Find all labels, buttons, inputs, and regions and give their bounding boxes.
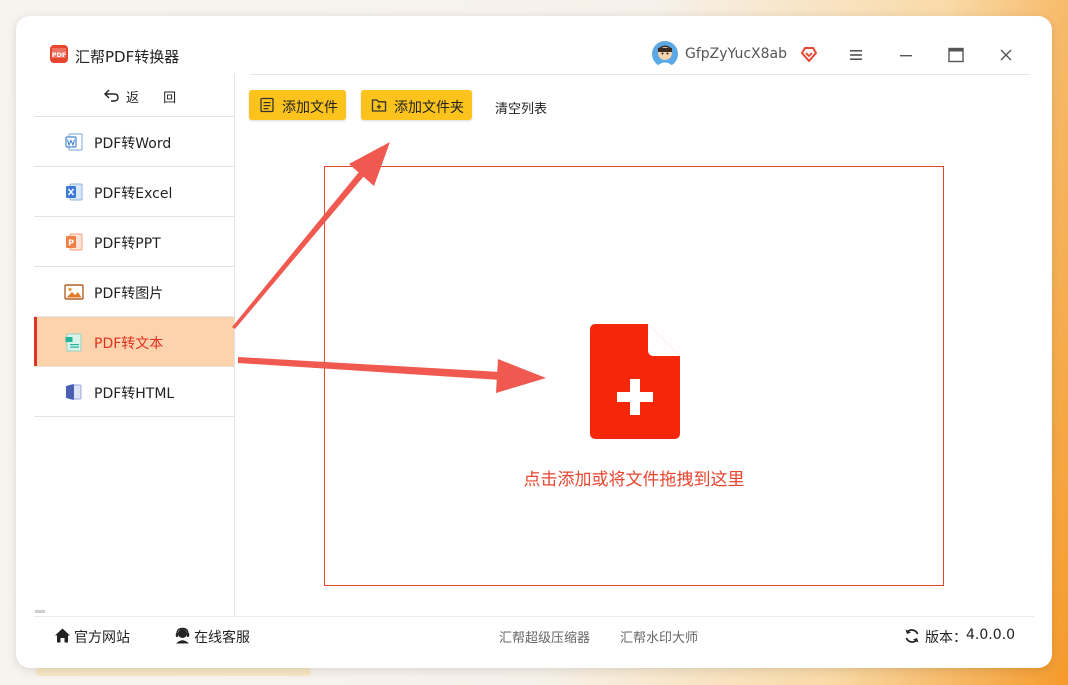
title-bar: PDF 汇帮PDF转换器 GfpZyYucX8ab xyxy=(16,16,1052,74)
back-button[interactable]: 返 回 xyxy=(34,74,234,116)
back-arrow-icon xyxy=(104,89,119,102)
svg-text:P: P xyxy=(68,239,74,248)
sidebar: 返 回 PDF转Word PDF转Excel P PDF转PPT PDF转图片 … xyxy=(34,74,235,616)
add-file-label: 添加文件 xyxy=(282,100,338,116)
close-icon[interactable] xyxy=(995,44,1017,66)
version-label: 版本： xyxy=(925,630,967,646)
online-service-link[interactable]: 在线客服 xyxy=(174,626,274,646)
app-window: PDF 汇帮PDF转换器 GfpZyYucX8ab 返 回 PDF转Word P… xyxy=(16,16,1052,668)
html-icon xyxy=(66,384,82,400)
sidebar-item-label: PDF转Excel xyxy=(94,186,173,202)
add-folder-label: 添加文件夹 xyxy=(394,100,464,116)
sidebar-item-pdf-to-text[interactable]: PDF转文本 xyxy=(34,316,234,366)
app-title: 汇帮PDF转换器 xyxy=(75,48,180,66)
home-icon xyxy=(55,628,70,643)
online-service-label: 在线客服 xyxy=(194,630,250,646)
sidebar-item-label: PDF转PPT xyxy=(94,236,161,252)
title-divider xyxy=(250,74,1030,75)
sidebar-item-pdf-to-ppt[interactable]: P PDF转PPT xyxy=(34,216,234,266)
minimize-icon[interactable] xyxy=(895,44,917,66)
sidebar-item-pdf-to-word[interactable]: PDF转Word xyxy=(34,116,234,166)
user-avatar[interactable] xyxy=(652,41,678,67)
vip-diamond-icon[interactable] xyxy=(800,45,818,63)
sidebar-item-label: PDF转图片 xyxy=(94,286,164,302)
sidebar-item-pdf-to-excel[interactable]: PDF转Excel xyxy=(34,166,234,216)
background-strip xyxy=(36,668,311,676)
back-label: 返 回 xyxy=(126,91,187,106)
customer-service-icon xyxy=(175,627,190,644)
footer-bar: 官方网站 在线客服 汇帮超级压缩器 汇帮水印大师 版本： 4.0.0.0 xyxy=(34,616,1034,657)
conversion-menu: PDF转Word PDF转Excel P PDF转PPT PDF转图片 PDF转… xyxy=(34,116,234,417)
official-site-link[interactable]: 官方网站 xyxy=(54,626,144,646)
compressor-app-link[interactable]: 汇帮超级压缩器 xyxy=(499,627,590,646)
app-logo-icon: PDF xyxy=(50,45,68,63)
image-icon xyxy=(64,284,84,300)
add-folder-button[interactable]: 添加文件夹 xyxy=(361,90,472,120)
menu-icon[interactable] xyxy=(845,44,867,66)
sidebar-item-label: PDF转文本 xyxy=(94,336,164,352)
maximize-icon[interactable] xyxy=(945,44,967,66)
add-file-button[interactable]: 添加文件 xyxy=(249,90,346,120)
svg-text:PDF: PDF xyxy=(52,51,67,59)
file-drop-zone[interactable]: 点击添加或将文件拖拽到这里 xyxy=(324,166,944,586)
sidebar-item-label: PDF转HTML xyxy=(94,386,175,402)
drop-hint-text: 点击添加或将文件拖拽到这里 xyxy=(523,470,745,490)
sidebar-item-pdf-to-html[interactable]: PDF转HTML xyxy=(34,366,234,417)
refresh-icon[interactable] xyxy=(904,628,920,644)
sidebar-item-label: PDF转Word xyxy=(94,136,172,152)
text-icon xyxy=(65,333,82,352)
clear-list-button[interactable]: 清空列表 xyxy=(495,98,547,117)
username: GfpZyYucX8ab xyxy=(685,46,788,62)
version-number: 4.0.0.0 xyxy=(966,627,1015,643)
watermark-app-link[interactable]: 汇帮水印大师 xyxy=(620,627,698,646)
excel-icon xyxy=(66,183,83,201)
sidebar-scroll-grip[interactable] xyxy=(35,610,45,613)
ppt-icon: P xyxy=(66,233,83,251)
add-folder-icon xyxy=(371,99,387,112)
add-document-icon xyxy=(590,324,680,439)
sidebar-item-pdf-to-image[interactable]: PDF转图片 xyxy=(34,266,234,316)
official-site-label: 官方网站 xyxy=(74,630,130,646)
word-icon xyxy=(65,133,83,151)
add-file-icon xyxy=(260,97,274,113)
